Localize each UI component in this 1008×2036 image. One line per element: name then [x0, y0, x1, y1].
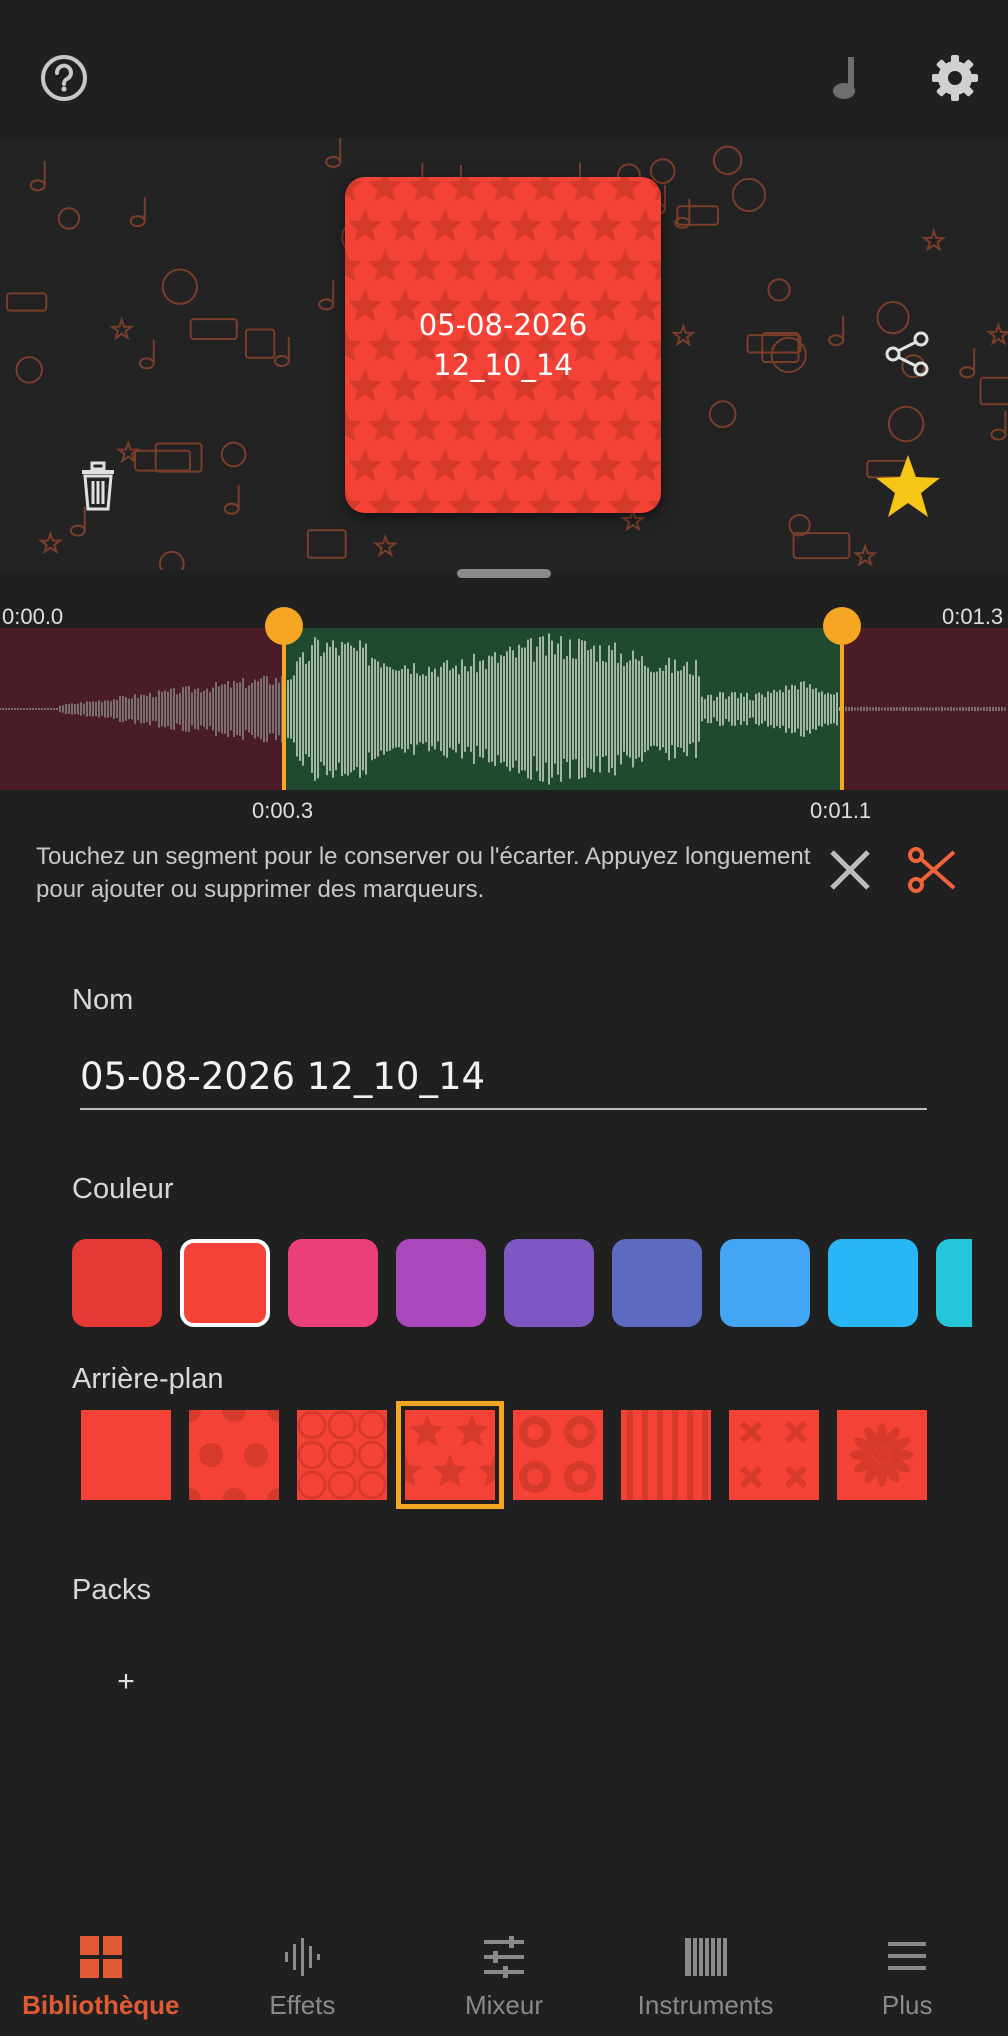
background-option-dots[interactable]	[177, 1398, 291, 1512]
favorite-button[interactable]	[872, 450, 944, 522]
nav-label: Plus	[881, 1990, 933, 2020]
color-swatch[interactable]	[504, 1239, 594, 1327]
color-picker	[0, 1239, 972, 1327]
nav-item-bibliothèque[interactable]: Bibliothèque	[0, 1914, 202, 2036]
name-underline	[80, 1108, 927, 1110]
color-swatch[interactable]	[828, 1239, 918, 1327]
color-swatch[interactable]	[288, 1239, 378, 1327]
cover-time: 12_10_14	[433, 348, 573, 382]
background-option-circles[interactable]	[513, 1410, 603, 1500]
marker-left-time: 0:00.3	[252, 798, 314, 823]
piano-icon	[684, 1938, 727, 1976]
share-icon	[885, 331, 929, 377]
background-option-flower[interactable]	[837, 1410, 927, 1500]
trim-hint: Touchez un segment pour le conserver ou …	[36, 843, 811, 903]
background-option-stripes[interactable]	[621, 1410, 711, 1500]
name-field[interactable]	[80, 1045, 926, 1107]
color-label: Couleur	[72, 1173, 174, 1205]
color-swatch[interactable]	[180, 1239, 270, 1327]
recording-cover[interactable]: 05-08-2026 12_10_14	[345, 177, 661, 513]
gear-icon	[932, 55, 978, 101]
add-pack-button[interactable]: +	[110, 1662, 142, 1702]
background-option-stars[interactable]	[387, 1401, 513, 1509]
drag-handle[interactable]	[457, 569, 551, 578]
help-circle-icon	[41, 55, 87, 101]
start-time-label: 0:00.0	[2, 604, 64, 629]
nav-item-mixeur[interactable]: Mixeur	[403, 1914, 605, 2036]
color-swatch[interactable]	[72, 1239, 162, 1327]
background-label: Arrière-plan	[72, 1363, 224, 1395]
name-label: Nom	[72, 984, 134, 1016]
delete-button[interactable]	[74, 458, 122, 514]
help-button[interactable]	[36, 50, 92, 106]
background-option-crosses[interactable]	[729, 1410, 819, 1500]
cover-date: 05-08-2026	[418, 308, 588, 342]
menu-icon	[888, 1942, 927, 1970]
marker-right-time: 0:01.1	[810, 798, 872, 823]
trash-icon	[82, 461, 114, 511]
share-button[interactable]	[880, 326, 936, 382]
music-button[interactable]	[822, 50, 872, 106]
music-note-icon	[833, 57, 855, 99]
nav-item-plus[interactable]: Plus	[806, 1914, 1008, 2036]
bottom-navigation: Bibliothèque Effets Mixeur Instruments Plus	[0, 1914, 1008, 2036]
nav-item-effets[interactable]: Effets	[202, 1914, 404, 2036]
cancel-trim-button[interactable]	[822, 842, 878, 898]
cut-button[interactable]	[904, 842, 960, 898]
scissors-icon	[908, 847, 956, 893]
color-swatch[interactable]	[936, 1239, 972, 1327]
trim-marker-right[interactable]	[823, 607, 861, 790]
color-swatch[interactable]	[612, 1239, 702, 1327]
trim-marker-left[interactable]	[265, 607, 303, 790]
nav-label: Instruments	[637, 1990, 774, 2020]
waveform-icon	[285, 1938, 321, 1976]
sliders-icon	[483, 1936, 524, 1978]
nav-label: Bibliothèque	[22, 1990, 180, 2020]
color-swatch[interactable]	[396, 1239, 486, 1327]
star-icon	[876, 455, 940, 517]
color-swatch[interactable]	[720, 1239, 810, 1327]
background-option-tiles[interactable]	[297, 1410, 387, 1500]
grid-icon	[79, 1936, 122, 1978]
background-option-plain[interactable]	[81, 1410, 171, 1500]
nav-label: Mixeur	[464, 1990, 543, 2020]
end-time-label: 0:01.3	[942, 604, 1004, 629]
nav-label: Effets	[269, 1990, 336, 2020]
close-icon	[830, 850, 870, 890]
nav-item-instruments[interactable]: Instruments	[605, 1914, 807, 2036]
packs-label: Packs	[72, 1574, 151, 1606]
settings-button[interactable]	[925, 48, 985, 108]
